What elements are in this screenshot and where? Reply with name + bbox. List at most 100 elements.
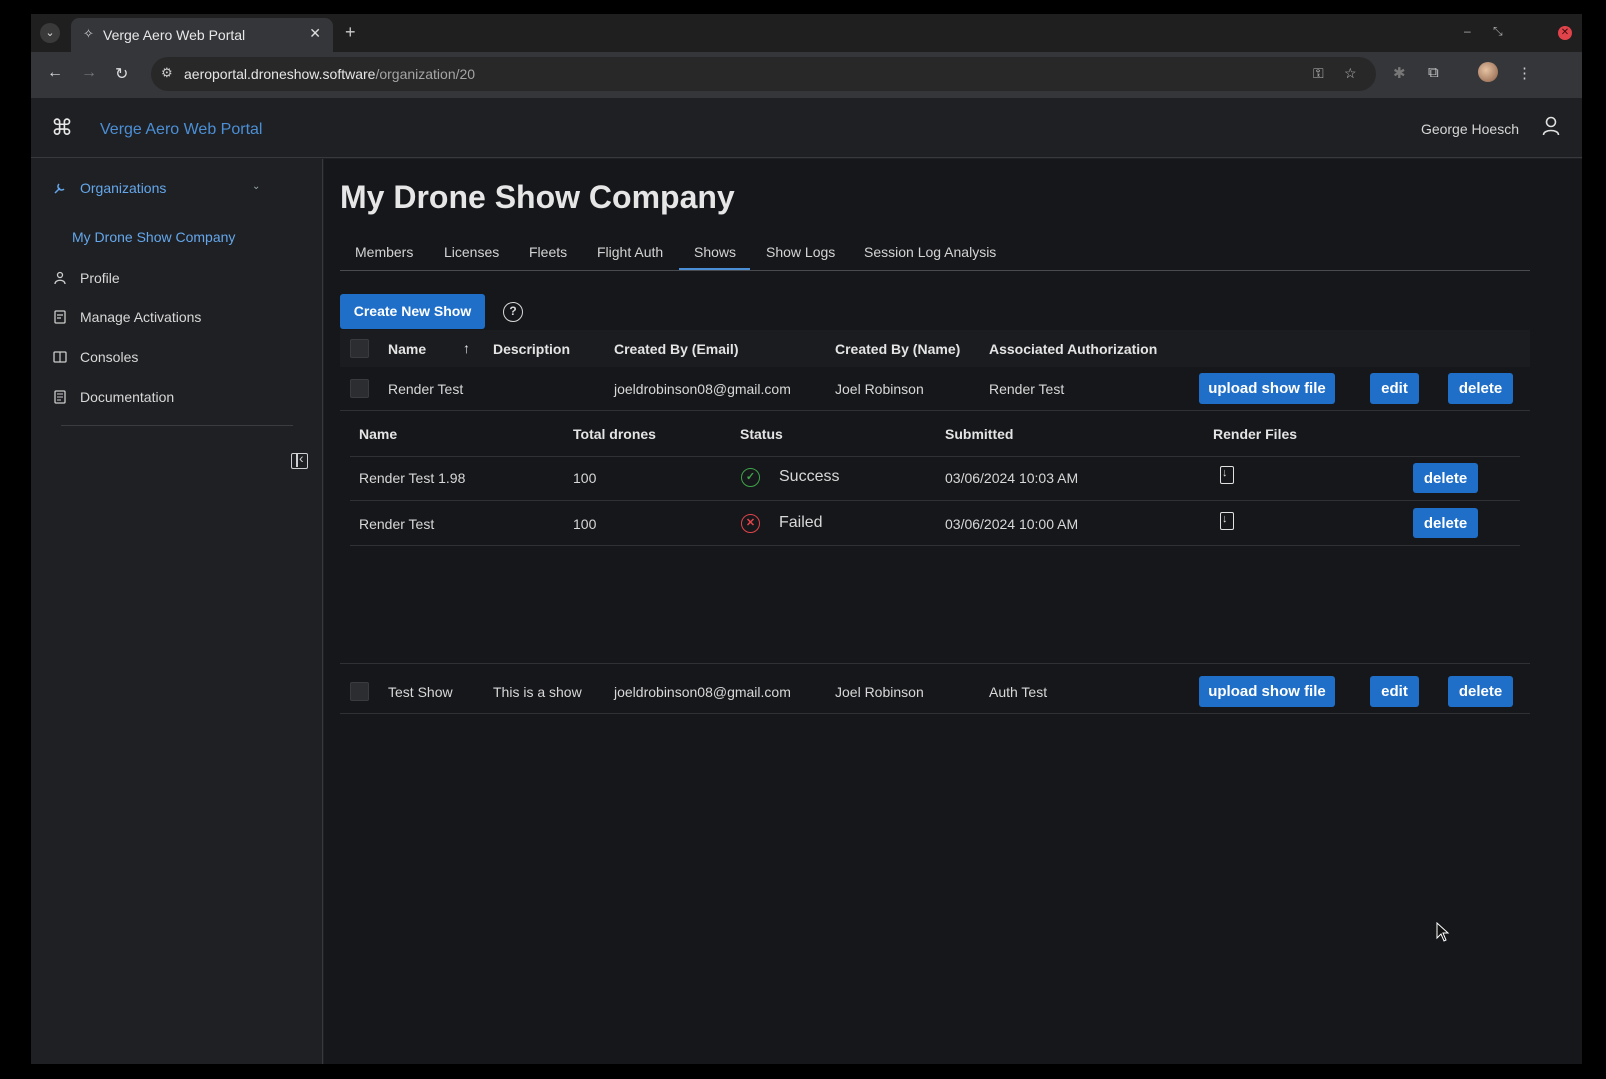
drone-logo-icon[interactable]: ⌘ [51,117,73,139]
tab-fleets[interactable]: Fleets [529,244,567,260]
show-created-name: Joel Robinson [835,684,924,700]
tab-flight-auth[interactable]: Flight Auth [597,244,663,260]
render-table-header: Name Total drones Status Submitted Rende… [350,412,1520,457]
show-created-name: Joel Robinson [835,381,924,397]
sidebar-item-label: Consoles [80,349,139,365]
tab-dropdown-icon[interactable]: ⌄ [40,23,60,43]
tab-licenses[interactable]: Licenses [444,244,499,260]
show-created-email: joeldrobinson08@gmail.com [614,684,791,700]
render-row[interactable]: Render Test 100 ✕ Failed 03/06/2024 10:0… [350,501,1520,546]
select-all-checkbox[interactable] [350,339,369,358]
close-tab-icon[interactable]: ✕ [309,25,321,42]
help-icon[interactable]: ? [503,302,523,322]
col-created-by-email[interactable]: Created By (Email) [614,341,738,357]
delete-button[interactable]: delete [1448,676,1513,707]
restore-icon[interactable]: ⤡ [1493,24,1503,39]
tab-shows[interactable]: Shows [694,244,736,260]
table-row[interactable]: Test Show This is a show joeldrobinson08… [340,670,1530,714]
forward-icon[interactable]: → [81,64,97,82]
menu-kebab-icon[interactable]: ⋮ [1517,64,1532,82]
mouse-cursor-icon [1436,922,1450,942]
download-file-icon[interactable] [1220,466,1234,484]
sort-ascending-icon[interactable]: ↑ [463,340,470,356]
window-close-icon[interactable]: ✕ [1558,26,1572,40]
render-status: Success [779,468,840,485]
render-history-panel: Name Total drones Status Submitted Rende… [340,412,1530,664]
active-tab-indicator [679,268,750,270]
render-submitted: 03/06/2024 10:03 AM [945,470,1079,486]
user-name[interactable]: George Hoesch [1421,121,1519,137]
tab-favicon-icon: ✧ [83,26,94,41]
app-title[interactable]: Verge Aero Web Portal [100,121,262,139]
console-icon [53,351,67,363]
chevron-down-icon[interactable]: ⌄ [252,181,260,192]
tab-show-logs[interactable]: Show Logs [766,244,835,260]
render-col-total-drones: Total drones [573,426,656,442]
render-row[interactable]: Render Test 1.98 100 ✓ Success 03/06/202… [350,456,1520,501]
download-file-icon[interactable] [1220,512,1234,530]
activation-icon [54,310,66,324]
browser-toolbar: ← → ↻ ⚙ aeroportal.droneshow.software/or… [31,52,1582,98]
tab-strip: ⌄ ✧ Verge Aero Web Portal ✕ + – ⤡ ✕ [31,14,1582,52]
delete-render-button[interactable]: delete [1413,508,1478,538]
person-icon [54,271,66,285]
sidebar-item-label: Documentation [80,389,175,405]
show-authorization: Render Test [989,381,1065,397]
sidebar-item-label: Organizations [80,180,167,196]
render-status: Failed [779,514,823,531]
table-header: Name ↑ Description Created By (Email) Cr… [340,330,1530,368]
delete-render-button[interactable]: delete [1413,463,1478,493]
profile-avatar-icon[interactable] [1478,62,1498,82]
url-text[interactable]: aeroportal.droneshow.software/organizati… [184,66,475,82]
show-authorization: Auth Test [989,684,1048,700]
render-col-name: Name [359,426,398,442]
upload-show-file-button[interactable]: upload show file [1199,676,1335,707]
extension-bug-icon[interactable]: ✱ [1393,64,1406,82]
sidebar-divider [61,425,293,426]
back-icon[interactable]: ← [47,64,63,82]
user-account-icon[interactable] [1542,116,1560,136]
sidebar-item-label: Manage Activations [80,309,202,325]
extensions-icon[interactable]: ⧉ [1428,64,1439,81]
tab-title: Verge Aero Web Portal [103,27,246,43]
failed-x-icon: ✕ [741,514,760,533]
delete-button[interactable]: delete [1448,373,1513,404]
tab-session-log-analysis[interactable]: Session Log Analysis [864,244,996,260]
browser-window: ⌄ ✧ Verge Aero Web Portal ✕ + – ⤡ ✕ ← → … [31,14,1582,1064]
site-info-icon[interactable]: ⚙ [161,65,173,81]
table-row[interactable]: Render Test joeldrobinson08@gmail.com Jo… [340,367,1530,411]
show-name: Test Show [388,684,453,700]
address-bar[interactable]: ⚙ aeroportal.droneshow.software/organiza… [151,57,1376,91]
new-tab-icon[interactable]: + [345,22,356,43]
edit-button[interactable]: edit [1370,676,1419,707]
collapse-sidebar-icon[interactable] [291,450,308,469]
col-associated-authorization[interactable]: Associated Authorization [989,341,1157,357]
show-name: Render Test [388,381,464,397]
render-total-drones: 100 [573,516,597,532]
password-key-icon[interactable]: ⚿ [1313,65,1324,82]
sidebar-item-my-drone-show-company[interactable]: My Drone Show Company [72,229,235,245]
org-tabs: Members Licenses Fleets Flight Auth Show… [340,241,1530,271]
app-header: ⌘ Verge Aero Web Portal George Hoesch [31,98,1582,158]
edit-button[interactable]: edit [1370,373,1419,404]
render-name: Render Test 1.98 [359,470,466,486]
sidebar: Organizations ⌄ My Drone Show Company Pr… [31,159,323,1064]
reload-icon[interactable]: ↻ [115,64,128,84]
upload-show-file-button[interactable]: upload show file [1199,373,1335,404]
show-description: This is a show [493,684,582,700]
col-created-by-name[interactable]: Created By (Name) [835,341,960,357]
sidebar-item-label: Profile [80,270,120,286]
render-col-submitted: Submitted [945,426,1014,442]
main-content: My Drone Show Company Members Licenses F… [324,159,1582,1064]
show-created-email: joeldrobinson08@gmail.com [614,381,791,397]
row-checkbox[interactable] [350,379,369,398]
col-description[interactable]: Description [493,341,570,357]
browser-tab[interactable]: ✧ Verge Aero Web Portal ✕ [71,18,333,52]
minimize-icon[interactable]: – [1464,24,1471,38]
tab-members[interactable]: Members [355,244,413,260]
bookmark-star-icon[interactable]: ☆ [1344,65,1357,82]
row-checkbox[interactable] [350,682,369,701]
col-name[interactable]: Name [388,341,426,357]
render-submitted: 03/06/2024 10:00 AM [945,516,1079,532]
create-new-show-button[interactable]: Create New Show [340,294,485,329]
